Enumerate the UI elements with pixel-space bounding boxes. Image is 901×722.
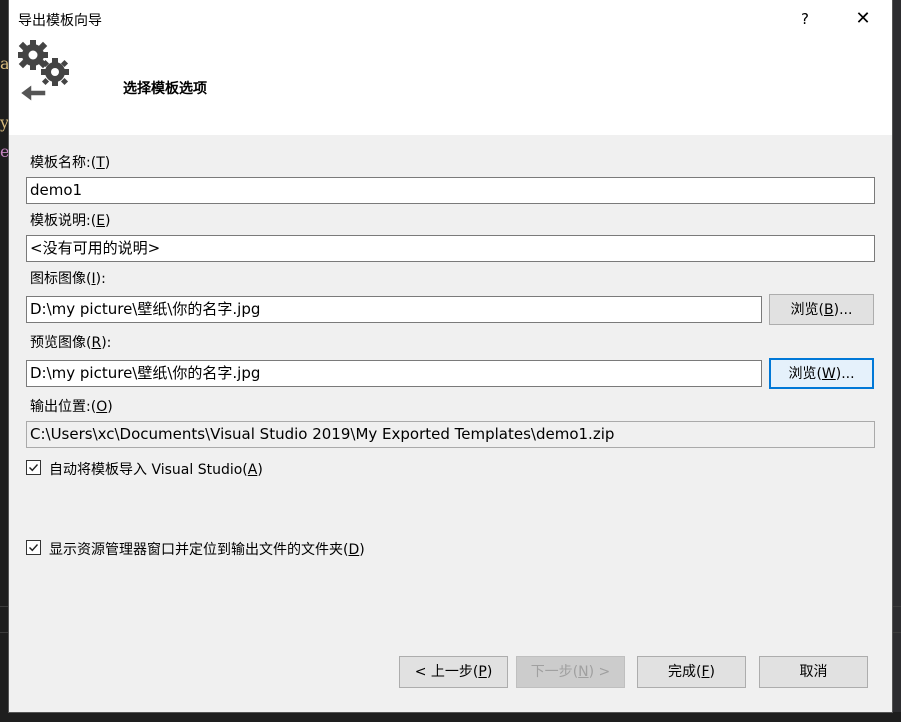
title-bar: 导出模板向导 ? ✕ <box>9 0 892 38</box>
ide-background-bottom <box>0 712 901 722</box>
checkmark-icon <box>29 544 39 552</box>
export-template-wizard-dialog: 导出模板向导 ? ✕ 选择模板选项 模板名称:(T) demo1 模板说明:(E… <box>9 0 892 712</box>
help-button[interactable]: ? <box>792 0 818 38</box>
icon-image-input[interactable]: D:\my picture\壁纸\你的名字.jpg <box>26 296 762 323</box>
ide-background-right <box>892 0 901 722</box>
prev-button[interactable]: < 上一步(P) <box>399 656 508 688</box>
gear-export-icon <box>12 38 72 104</box>
output-location-field: C:\Users\xc\Documents\Visual Studio 2019… <box>26 421 875 448</box>
template-name-input[interactable]: demo1 <box>26 177 875 204</box>
finish-button[interactable]: 完成(F) <box>637 656 746 688</box>
wizard-header: 选择模板选项 <box>9 38 892 135</box>
show-explorer-checkbox[interactable] <box>26 540 41 555</box>
preview-image-input[interactable]: D:\my picture\壁纸\你的名字.jpg <box>26 360 762 387</box>
icon-image-label: 图标图像(I): <box>30 271 106 287</box>
browse-preview-button[interactable]: 浏览(W)... <box>769 358 874 389</box>
auto-import-label[interactable]: 自动将模板导入 Visual Studio(A) <box>49 459 263 479</box>
window-title: 导出模板向导 <box>18 13 102 29</box>
checkmark-icon <box>29 464 39 472</box>
preview-image-label: 预览图像(R): <box>30 335 112 351</box>
output-location-label: 输出位置:(O) <box>30 399 113 415</box>
next-button[interactable]: 下一步(N) > <box>516 656 625 688</box>
auto-import-checkbox[interactable] <box>26 460 41 475</box>
page-title: 选择模板选项 <box>123 81 207 97</box>
template-desc-label: 模板说明:(E) <box>30 213 111 229</box>
close-button[interactable]: ✕ <box>850 0 876 38</box>
template-name-label: 模板名称:(T) <box>30 155 111 171</box>
browse-icon-button[interactable]: 浏览(B)... <box>769 294 874 325</box>
ide-bg-text: y <box>0 113 10 132</box>
template-desc-input[interactable]: <没有可用的说明> <box>26 235 875 262</box>
show-explorer-label[interactable]: 显示资源管理器窗口并定位到输出文件的文件夹(D) <box>49 539 365 559</box>
cancel-button[interactable]: 取消 <box>759 656 868 688</box>
